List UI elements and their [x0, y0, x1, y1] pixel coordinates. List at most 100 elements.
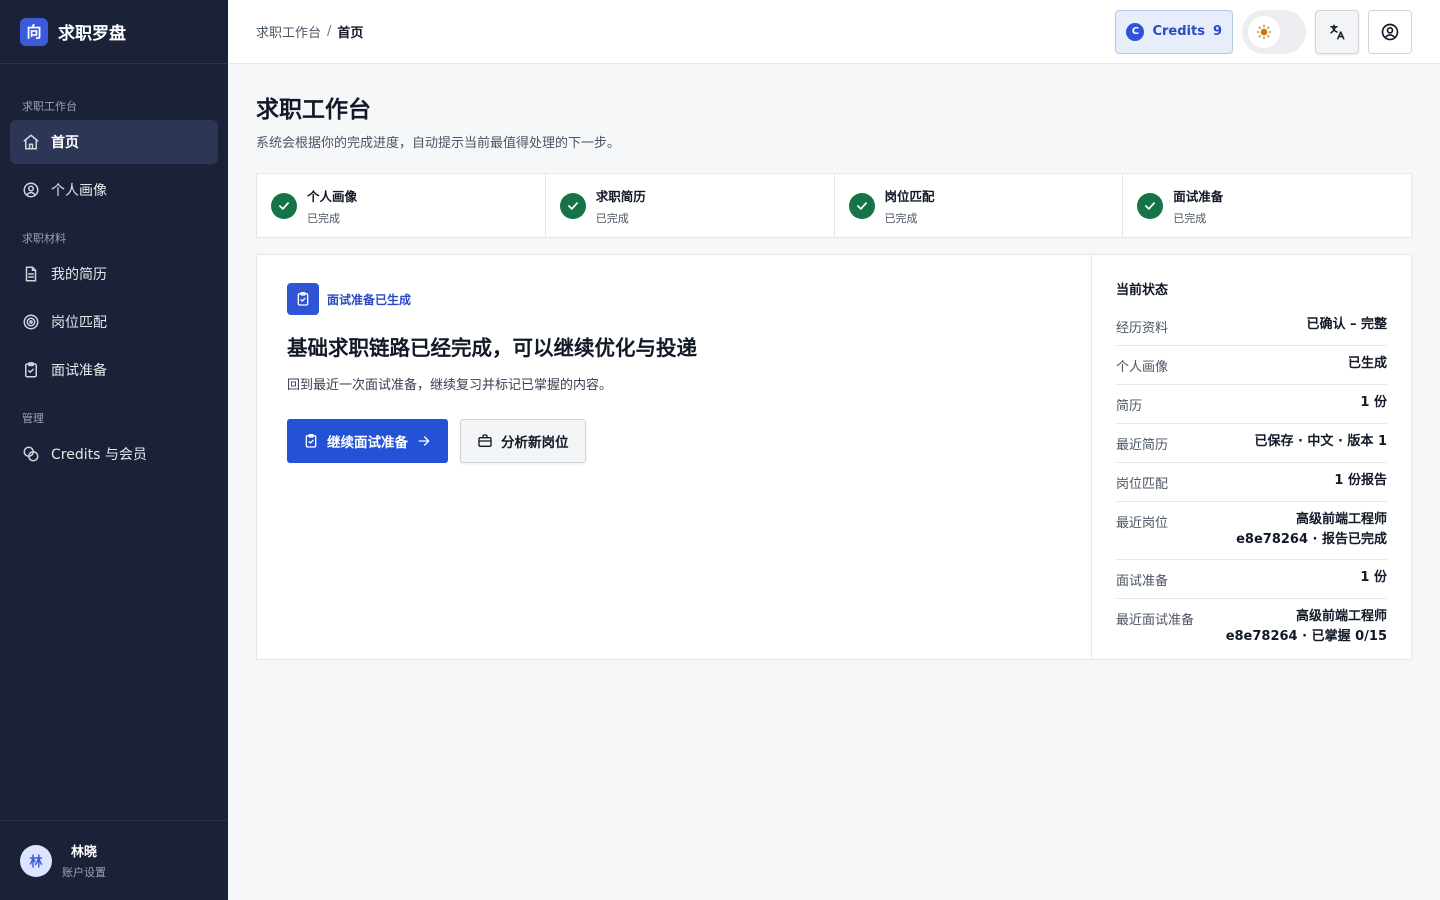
brand-logo: 向	[20, 17, 48, 46]
sidebar-item-home[interactable]: 首页	[10, 120, 218, 164]
status-value: 1 份	[1360, 395, 1387, 410]
check-icon	[1137, 192, 1164, 219]
page-subtitle: 系统会根据你的完成进度，自动提示当前最值得处理的下一步。	[256, 136, 621, 151]
status-row: 面试准备 1 份	[1116, 560, 1387, 599]
sidebar-item-job-match[interactable]: 岗位匹配	[10, 300, 218, 344]
arrow-right-icon	[418, 436, 430, 446]
brand[interactable]: 向 求职罗盘	[0, 0, 228, 64]
status-value: 已确认 – 完整	[1306, 317, 1387, 332]
step-status: 已完成	[1173, 211, 1207, 225]
sidebar-item-label: 面试准备	[51, 363, 107, 379]
nav-section-label: 管理	[22, 412, 44, 425]
theme-toggle[interactable]	[1242, 9, 1306, 54]
step-status: 已完成	[595, 211, 629, 225]
status-value-line: e8e78264 · 报告已完成	[1236, 532, 1387, 547]
nav-section-label: 求职材料	[22, 232, 66, 245]
badge-label: 面试准备已生成	[327, 292, 412, 307]
sidebar-item-label: 个人画像	[51, 183, 107, 199]
user-name: 林晓	[70, 845, 97, 860]
coins-icon	[23, 446, 39, 462]
step-job-match[interactable]: 岗位匹配 已完成	[835, 174, 1124, 237]
step-profile[interactable]: 个人画像 已完成	[257, 174, 546, 237]
analyze-new-job-button[interactable]: 分析新岗位	[460, 419, 586, 463]
status-title: 当前状态	[1116, 283, 1169, 298]
sidebar-item-interview[interactable]: 面试准备	[10, 348, 218, 392]
briefcase-icon	[478, 434, 492, 447]
status-key: 最近面试准备	[1116, 613, 1195, 628]
button-label: 分析新岗位	[501, 435, 569, 451]
status-key: 最近简历	[1116, 438, 1169, 453]
status-row: 最近简历 已保存 · 中文 · 版本 1	[1116, 424, 1387, 463]
credits-value: 9	[1212, 24, 1222, 39]
hero-title: 基础求职链路已经完成，可以继续优化与投递	[287, 336, 697, 360]
credits-button[interactable]: C Credits 9	[1115, 9, 1233, 54]
sidebar-item-label: 岗位匹配	[51, 315, 107, 331]
sidebar-nav: 求职工作台 首页 个人画像 求职材料 我的简历 岗位匹配 面试准备 管理 Cre…	[0, 64, 228, 476]
language-button[interactable]	[1315, 9, 1359, 54]
page-title: 求职工作台	[256, 97, 371, 123]
account-settings-link[interactable]: 账户设置	[62, 864, 106, 880]
sidebar-item-credits[interactable]: Credits 与会员	[10, 432, 218, 476]
status-key: 经历资料	[1116, 321, 1169, 336]
breadcrumb-current: 首页	[337, 26, 364, 41]
status-row: 简历 1 份	[1116, 385, 1387, 424]
step-interview[interactable]: 面试准备 已完成	[1123, 174, 1411, 237]
step-title: 个人画像	[307, 188, 358, 204]
status-value-line: 高级前端工程师	[1295, 609, 1387, 624]
status-key: 岗位匹配	[1116, 477, 1169, 492]
button-label: 继续面试准备	[327, 435, 408, 451]
sidebar-item-resume[interactable]: 我的简历	[10, 252, 218, 296]
nav-section-label: 求职工作台	[22, 100, 77, 113]
status-value[interactable]: 高级前端工程师 e8e78264 · 已掌握 0/15	[1226, 607, 1387, 647]
step-title: 面试准备	[1173, 188, 1224, 204]
breadcrumb-separator: /	[327, 24, 332, 39]
breadcrumb-parent[interactable]: 求职工作台	[256, 22, 321, 41]
clipboard-check-icon	[305, 434, 317, 448]
status-badge: 面试准备已生成	[287, 283, 1061, 315]
account-icon	[1381, 23, 1399, 40]
credits-label: Credits	[1152, 24, 1205, 39]
breadcrumb: 求职工作台 / 首页	[256, 22, 363, 41]
step-title: 求职简历	[595, 188, 646, 204]
step-status: 已完成	[307, 211, 340, 225]
continue-interview-button[interactable]: 继续面试准备	[287, 419, 448, 463]
main-content: 求职工作台 系统会根据你的完成进度，自动提示当前最值得处理的下一步。 个人画像 …	[256, 64, 1412, 660]
avatar: 林	[20, 844, 52, 877]
home-icon	[23, 134, 39, 150]
sidebar-item-label: 首页	[51, 135, 79, 151]
current-status: 当前状态 经历资料 已确认 – 完整 个人画像 已生成 简历 1 份 最近简历 …	[1092, 255, 1411, 659]
sidebar-item-label: 我的简历	[51, 267, 107, 283]
step-resume[interactable]: 求职简历 已完成	[546, 174, 835, 237]
status-value-line: e8e78264 · 已掌握 0/15	[1225, 629, 1387, 644]
account-button[interactable]	[1368, 9, 1412, 54]
clipboard-check-icon	[287, 283, 319, 315]
target-icon	[23, 314, 39, 330]
step-status: 已完成	[884, 211, 918, 225]
credits-icon: C	[1126, 22, 1145, 41]
status-row: 最近岗位 高级前端工程师 e8e78264 · 报告已完成	[1116, 502, 1387, 560]
status-row: 岗位匹配 1 份报告	[1116, 463, 1387, 502]
sun-icon	[1256, 24, 1272, 39]
top-bar: 求职工作台 / 首页 C Credits 9	[228, 0, 1440, 64]
user-circle-icon	[23, 182, 39, 198]
status-row: 经历资料 已确认 – 完整	[1116, 307, 1387, 346]
status-value: 已生成	[1347, 356, 1387, 371]
status-value: 1 份报告	[1334, 473, 1387, 488]
status-key: 最近岗位	[1116, 516, 1169, 531]
document-icon	[25, 266, 37, 282]
status-row: 个人画像 已生成	[1116, 346, 1387, 385]
hero-subtitle: 回到最近一次面试准备，继续复习并标记已掌握的内容。	[287, 378, 613, 393]
status-key: 个人画像	[1116, 360, 1169, 375]
status-row: 最近面试准备 高级前端工程师 e8e78264 · 已掌握 0/15	[1116, 599, 1387, 656]
account-settings[interactable]: 林 林晓 账户设置	[0, 820, 228, 900]
status-value-line: 高级前端工程师	[1295, 512, 1387, 527]
sidebar-item-label: Credits 与会员	[51, 447, 147, 463]
status-value[interactable]: 高级前端工程师 e8e78264 · 报告已完成	[1236, 510, 1387, 550]
sidebar-item-profile[interactable]: 个人画像	[10, 168, 218, 212]
clipboard-check-icon	[25, 362, 37, 378]
step-title: 岗位匹配	[884, 188, 935, 204]
check-icon	[559, 192, 586, 219]
check-icon	[848, 192, 875, 219]
progress-steps: 个人画像 已完成 求职简历 已完成 岗位匹配 已完成 面试准备 已完成	[256, 173, 1412, 238]
status-key: 简历	[1116, 399, 1143, 414]
